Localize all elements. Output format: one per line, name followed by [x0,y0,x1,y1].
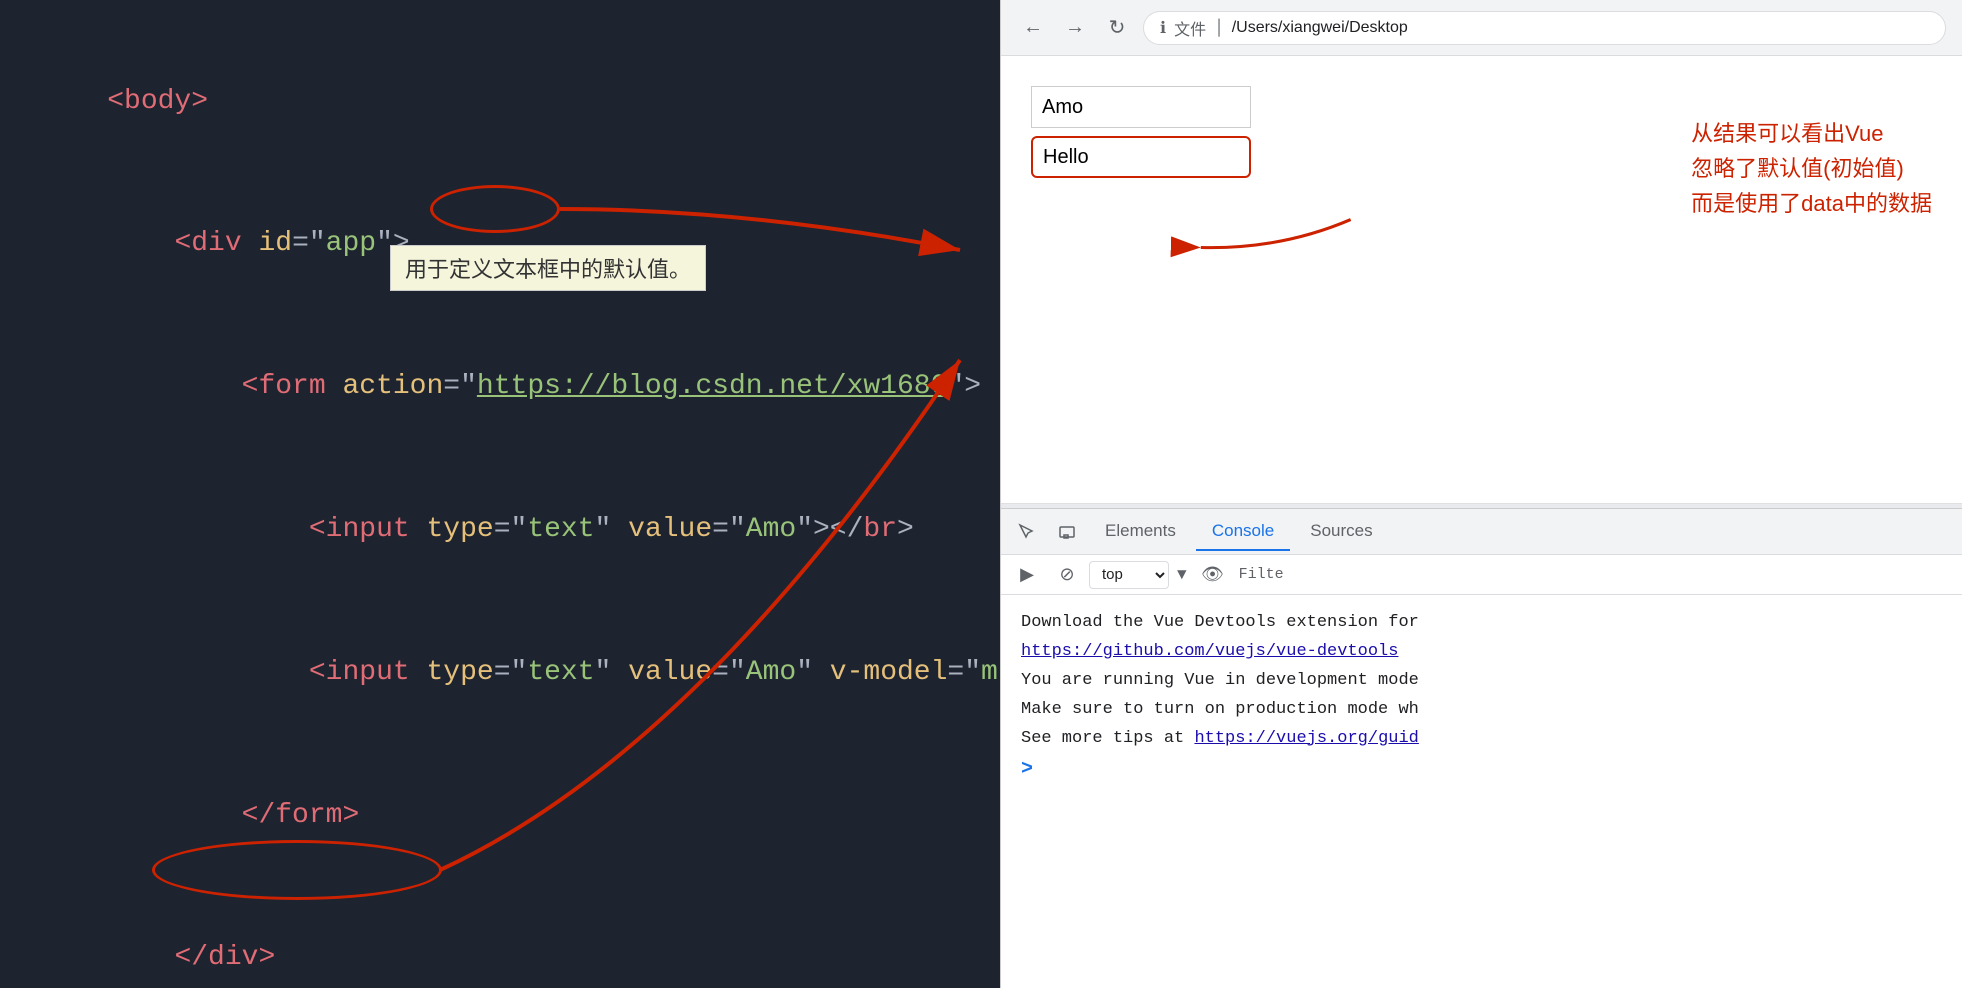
circle-msg-highlight [152,840,442,900]
annotation-text: 从结果可以看出Vue 忽略了默认值(初始值) 而是使用了data中的数据 [1691,116,1932,222]
device-toggle-button[interactable] [1049,514,1085,550]
block-icon-button[interactable]: ⊘ [1049,557,1085,593]
address-bar[interactable]: ℹ 文件 │ /Users/xiangwei/Desktop [1143,11,1946,45]
browser-panel: ← → ↻ ℹ 文件 │ /Users/xiangwei/Desktop 从结果… [1000,0,1962,988]
browser-toolbar: ← → ↻ ℹ 文件 │ /Users/xiangwei/Desktop [1001,0,1962,56]
annotation-box: 用于定义文本框中的默认值。 [390,245,706,291]
tab-elements[interactable]: Elements [1089,513,1192,551]
code-line-form-open: <form action="https://blog.csdn.net/xw16… [40,316,960,459]
input-hello[interactable] [1031,136,1251,178]
context-select[interactable]: top [1089,561,1169,589]
devtools-toolbar: ▶ ⊘ top ▼ 👁 Filte [1001,555,1962,595]
console-link-2[interactable]: https://vuejs.org/guid [1194,729,1418,748]
info-icon: ℹ [1160,18,1166,38]
reload-button[interactable]: ↻ [1101,12,1133,44]
console-line-4: See more tips at https://vuejs.org/guid [1021,725,1942,754]
console-line-2: You are running Vue in development mode [1021,667,1942,696]
console-link-1[interactable]: https://github.com/vuejs/vue-devtools [1021,638,1942,667]
filter-label: Filte [1239,566,1284,583]
file-label: 文件 [1174,16,1206,40]
eye-icon-button[interactable]: 👁 [1195,557,1231,593]
back-button[interactable]: ← [1017,12,1049,44]
code-line-input2: <input type="text" value="Amo" v-model="… [40,601,960,744]
tab-console[interactable]: Console [1196,513,1290,551]
code-line-body-open: <body> [40,30,960,173]
forward-button[interactable]: → [1059,12,1091,44]
address-text: /Users/xiangwei/Desktop [1232,19,1408,37]
devtools-tabs: Elements Console Sources [1001,509,1962,555]
console-prompt[interactable]: > [1021,753,1942,787]
tab-sources[interactable]: Sources [1294,513,1388,551]
devtools-panel: Elements Console Sources ▶ ⊘ top ▼ 👁 Fil… [1001,508,1962,988]
input-amo[interactable] [1031,86,1251,128]
circle-value-highlight [430,185,560,233]
inspector-icon-button[interactable] [1009,514,1045,550]
devtools-content: Download the Vue Devtools extension for … [1001,595,1962,988]
code-line-div-close: </div> [40,887,960,988]
console-line-3: Make sure to turn on production mode wh [1021,696,1942,725]
page-content: 从结果可以看出Vue 忽略了默认值(初始值) 而是使用了data中的数据 [1001,56,1962,504]
code-line-input1: <input type="text" value="Amo"></br> [40,458,960,601]
address-separator: │ [1214,19,1224,37]
browser-content: 从结果可以看出Vue 忽略了默认值(初始值) 而是使用了data中的数据 [1001,56,1962,988]
clear-console-button[interactable]: ▶ [1009,557,1045,593]
code-editor: <body> <div id="app"> <form action="http… [0,0,1000,988]
console-line-1: Download the Vue Devtools extension for [1021,609,1942,638]
